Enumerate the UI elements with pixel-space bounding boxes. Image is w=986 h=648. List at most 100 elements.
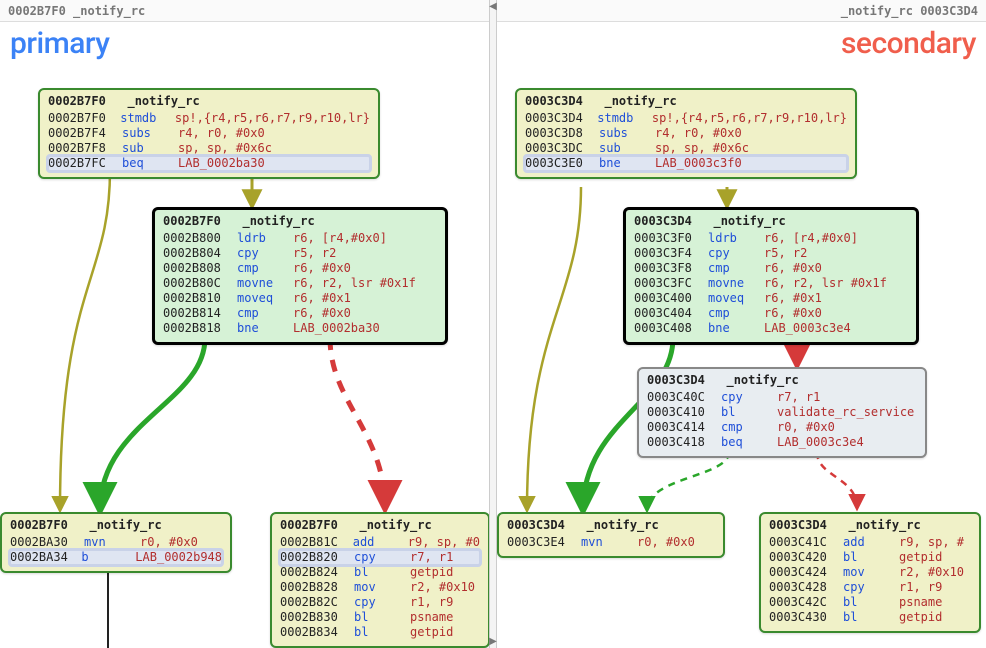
operands: r2, #0x10 [410,580,475,595]
operands: sp!,{r4,r5,r6,r7,r9,r10,lr} [652,111,847,126]
instruction-row[interactable]: 0002B830blpsname [280,610,480,625]
instruction-row[interactable]: 0003C404cmpr6, #0x0 [634,306,908,321]
secondary-pane[interactable]: _notify_rc 0003C3D4 secondary 0003C3D4 [497,0,986,648]
mnemonic: mov [843,565,899,580]
addr: 0003C41C [769,535,843,550]
secondary-block-3[interactable]: 0003C3D4 _notify_rc 0003C3E4mvnr0, #0x0 [497,512,725,558]
instruction-row[interactable]: 0003C3E0bneLAB_0003c3f0 [525,156,847,171]
operands: r2, #0x10 [899,565,964,580]
addr: 0002B818 [163,321,237,336]
instruction-row[interactable]: 0003C424movr2, #0x10 [769,565,971,580]
instruction-row[interactable]: 0002B824blgetpid [280,565,480,580]
block-header: 0002B7F0 _notify_rc [272,514,488,535]
block-body: 0003C41Caddr9, sp, #0003C420blgetpid0003… [761,535,979,631]
instruction-row[interactable]: 0003C3FCmovner6, r2, lsr #0x1f [634,276,908,291]
mnemonic: sub [122,141,178,156]
mnemonic: stmdb [120,111,175,126]
operands: r0, #0x0 [637,535,695,550]
addr: 0003C410 [647,405,721,420]
mnemonic: cmp [721,420,777,435]
instruction-row[interactable]: 0003C3F0ldrbr6, [r4,#0x0] [634,231,908,246]
mnemonic: cpy [354,550,410,565]
operands: LAB_0002b948 [135,550,222,565]
primary-block-1[interactable]: 0002B7F0 _notify_rc 0002B7F0stmdbsp!,{r4… [38,88,380,179]
instruction-row[interactable]: 0002B81Caddr9, sp, #0 [280,535,480,550]
instruction-row[interactable]: 0003C3F8cmpr6, #0x0 [634,261,908,276]
secondary-block-extra[interactable]: 0003C3D4 _notify_rc 0003C40Ccpyr7, r1000… [637,367,927,458]
instruction-row[interactable]: 0002B810moveqr6, #0x1 [163,291,437,306]
primary-canvas[interactable]: 0002B7F0 _notify_rc 0002B7F0stmdbsp!,{r4… [0,22,489,648]
instruction-row[interactable]: 0002B82Ccpyr1, r9 [280,595,480,610]
instruction-row[interactable]: 0002B800ldrbr6, [r4,#0x0] [163,231,437,246]
addr: 0003C400 [634,291,708,306]
primary-pane[interactable]: 0002B7F0 _notify_rc primary [0,0,489,648]
operands: r0, #0x0 [140,535,198,550]
mnemonic: mvn [581,535,637,550]
pane-divider[interactable]: ◀ ▶ [489,0,497,648]
instruction-row[interactable]: 0002B818bneLAB_0002ba30 [163,321,437,336]
addr: 0003C418 [647,435,721,450]
addr: 0003C414 [647,420,721,435]
instruction-row[interactable]: 0003C414cmpr0, #0x0 [647,420,917,435]
instruction-row[interactable]: 0003C3DCsubsp, sp, #0x6c [525,141,847,156]
primary-block-3[interactable]: 0002B7F0 _notify_rc 0002BA30mvnr0, #0x00… [0,512,232,573]
mnemonic: cpy [354,595,410,610]
instruction-row[interactable]: 0003C408bneLAB_0003c3e4 [634,321,908,336]
block-header: 0002B7F0 _notify_rc [40,90,378,111]
mnemonic: add [843,535,899,550]
instruction-row[interactable]: 0002BA34bLAB_0002b948 [10,550,222,565]
instruction-row[interactable]: 0002B7F8subsp, sp, #0x6c [48,141,370,156]
instruction-row[interactable]: 0002B804cpyr5, r2 [163,246,437,261]
instruction-row[interactable]: 0002B820cpyr7, r1 [280,550,480,565]
primary-block-4[interactable]: 0002B7F0 _notify_rc 0002B81Caddr9, sp, #… [270,512,489,648]
mnemonic: bl [354,610,410,625]
secondary-block-4[interactable]: 0003C3D4 _notify_rc 0003C41Caddr9, sp, #… [759,512,981,633]
instruction-row[interactable]: 0003C3E4mvnr0, #0x0 [507,535,715,550]
instruction-row[interactable]: 0003C3D4stmdbsp!,{r4,r5,r6,r7,r9,r10,lr} [525,111,847,126]
instruction-row[interactable]: 0002B7FCbeqLAB_0002ba30 [48,156,370,171]
instruction-row[interactable]: 0002B7F4subsr4, r0, #0x0 [48,126,370,141]
operands: sp, sp, #0x6c [655,141,749,156]
instruction-row[interactable]: 0003C3D8subsr4, r0, #0x0 [525,126,847,141]
instruction-row[interactable]: 0002B80Cmovner6, r2, lsr #0x1f [163,276,437,291]
addr: 0002B820 [280,550,354,565]
primary-block-2[interactable]: 0002B7F0 _notify_rc 0002B800ldrbr6, [r4,… [152,207,448,345]
instruction-row[interactable]: 0003C400moveqr6, #0x1 [634,291,908,306]
addr: 0003C424 [769,565,843,580]
operands: r7, r1 [410,550,453,565]
secondary-canvas[interactable]: 0003C3D4 _notify_rc 0003C3D4stmdbsp!,{r4… [497,22,986,648]
instruction-row[interactable]: 0002B808cmpr6, #0x0 [163,261,437,276]
operands: r4, r0, #0x0 [178,126,265,141]
operands: getpid [410,565,453,580]
secondary-block-2[interactable]: 0003C3D4 _notify_rc 0003C3F0ldrbr6, [r4,… [623,207,919,345]
mnemonic: beq [721,435,777,450]
primary-header-text: 0002B7F0 _notify_rc [8,5,145,17]
operands: r6, #0x0 [764,306,822,321]
instruction-row[interactable]: 0002B814cmpr6, #0x0 [163,306,437,321]
addr: 0003C3FC [634,276,708,291]
instruction-row[interactable]: 0003C418beqLAB_0003c3e4 [647,435,917,450]
instruction-row[interactable]: 0002B834blgetpid [280,625,480,640]
mnemonic: beq [122,156,178,171]
instruction-row[interactable]: 0003C41Caddr9, sp, # [769,535,971,550]
instruction-row[interactable]: 0003C428cpyr1, r9 [769,580,971,595]
mnemonic: cpy [843,580,899,595]
instruction-row[interactable]: 0002B828movr2, #0x10 [280,580,480,595]
instruction-row[interactable]: 0003C3F4cpyr5, r2 [634,246,908,261]
instruction-row[interactable]: 0002BA30mvnr0, #0x0 [10,535,222,550]
instruction-row[interactable]: 0003C40Ccpyr7, r1 [647,390,917,405]
mnemonic: cmp [708,261,764,276]
instruction-row[interactable]: 0003C42Cblpsname [769,595,971,610]
mnemonic: subs [599,126,655,141]
instruction-row[interactable]: 0002B7F0stmdbsp!,{r4,r5,r6,r7,r9,r10,lr} [48,111,370,126]
block-body: 0003C3D4stmdbsp!,{r4,r5,r6,r7,r9,r10,lr}… [517,111,855,177]
mnemonic: ldrb [708,231,764,246]
addr: 0003C3F0 [634,231,708,246]
instruction-row[interactable]: 0003C430blgetpid [769,610,971,625]
operands: r1, r9 [410,595,453,610]
instruction-row[interactable]: 0003C410blvalidate_rc_service [647,405,917,420]
instruction-row[interactable]: 0003C420blgetpid [769,550,971,565]
addr: 0002B82C [280,595,354,610]
block-header: 0003C3D4 _notify_rc [639,369,925,390]
secondary-block-1[interactable]: 0003C3D4 _notify_rc 0003C3D4stmdbsp!,{r4… [515,88,857,179]
